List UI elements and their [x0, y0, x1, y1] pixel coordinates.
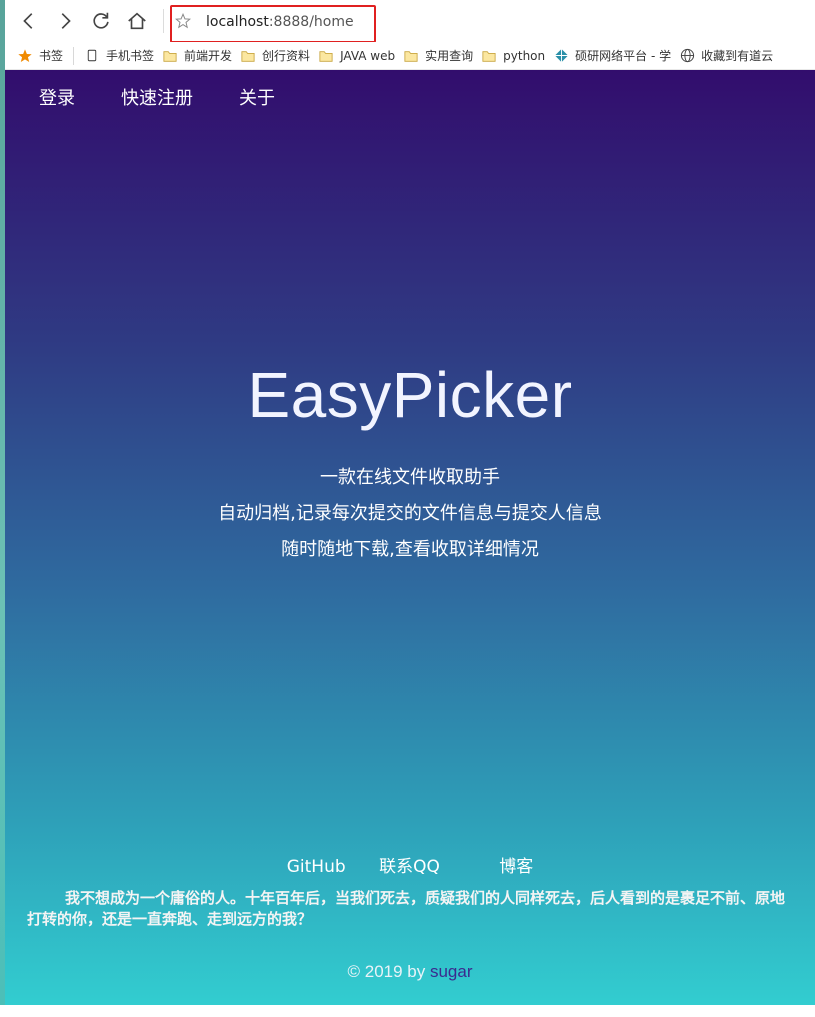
- bookmark-label: 创行资料: [262, 49, 311, 63]
- reload-icon: [93, 12, 109, 29]
- address-path: :8888/home: [268, 14, 354, 30]
- bookmark-item[interactable]: 硕研网络平台 - 学: [549, 44, 675, 68]
- bookmark-item[interactable]: 前端开发: [158, 44, 236, 68]
- bookmark-label: 实用查询: [425, 49, 474, 63]
- folder-icon: [162, 48, 178, 64]
- page-hero-background: 登录 快速注册 关于 EasyPicker 一款在线文件收取助手 自动归档,记录…: [5, 70, 815, 1005]
- bookmark-label: 收藏到有道云: [701, 49, 774, 63]
- reload-button[interactable]: [83, 3, 119, 39]
- globe-icon: [679, 48, 695, 64]
- bookmark-label: python: [503, 48, 546, 63]
- chevron-left-icon: [23, 13, 33, 29]
- hero-title: EasyPicker: [247, 359, 573, 431]
- folder-icon: [481, 48, 497, 64]
- home-icon: [128, 12, 146, 30]
- bookmarks-bar: 书签 手机书签 前端开发 创行资料 JAVA web 实用查询 python 硕…: [5, 42, 815, 70]
- bookmark-item[interactable]: 收藏到有道云: [675, 44, 777, 68]
- login-link[interactable]: 登录: [39, 84, 75, 110]
- home-button[interactable]: [119, 3, 155, 39]
- copyright: © 2019 by sugar: [5, 962, 815, 982]
- bookmark-label: JAVA web: [340, 48, 396, 63]
- bookmark-label: 前端开发: [184, 49, 233, 63]
- hero-line: 自动归档,记录每次提交的文件信息与提交人信息: [218, 503, 602, 524]
- hero-description: 一款在线文件收取助手 自动归档,记录每次提交的文件信息与提交人信息 随时随地下载…: [5, 460, 815, 568]
- forward-button[interactable]: [47, 3, 83, 39]
- bookmark-label: 手机书签: [106, 49, 155, 63]
- browser-toolbar: [5, 0, 815, 42]
- bookmark-item[interactable]: 实用查询: [399, 44, 477, 68]
- compass-icon: [553, 48, 569, 64]
- bookmark-item[interactable]: 书签: [13, 44, 67, 68]
- bookmark-item[interactable]: 手机书签: [80, 44, 158, 68]
- address-bar[interactable]: localhost:8888/home: [206, 14, 354, 30]
- bookmark-item[interactable]: JAVA web: [314, 44, 399, 68]
- github-link[interactable]: GitHub: [287, 857, 346, 877]
- author-link[interactable]: sugar: [430, 962, 473, 981]
- hero-line: 一款在线文件收取助手: [320, 467, 500, 488]
- bookmark-item[interactable]: python: [477, 44, 549, 68]
- toolbar-divider: [163, 9, 164, 33]
- folder-icon: [318, 48, 334, 64]
- top-navigation: 登录 快速注册 关于: [39, 84, 321, 110]
- bookmark-item[interactable]: 创行资料: [236, 44, 314, 68]
- phone-icon: [84, 48, 100, 64]
- bookmark-label: 硕研网络平台 - 学: [575, 49, 672, 63]
- folder-icon: [403, 48, 419, 64]
- blog-link[interactable]: 博客: [499, 857, 533, 877]
- copyright-text: © 2019 by: [347, 962, 430, 981]
- bookmark-divider: [73, 46, 75, 65]
- hero-line: 随时随地下载,查看收取详细情况: [281, 539, 539, 560]
- back-button[interactable]: [11, 3, 47, 39]
- footer-quote: 我不想成为一个庸俗的人。十年百年后，当我们死去，质疑我们的人同样死去，后人看到的…: [27, 889, 786, 928]
- folder-icon: [240, 48, 256, 64]
- address-host: localhost: [206, 14, 269, 30]
- about-link[interactable]: 关于: [239, 84, 275, 110]
- star-icon: [17, 48, 33, 64]
- register-link[interactable]: 快速注册: [121, 84, 193, 110]
- bookmark-label: 书签: [39, 49, 64, 63]
- chevron-right-icon: [61, 13, 71, 29]
- footer-links: GitHub 联系QQ 博客: [5, 852, 815, 877]
- contact-qq-link[interactable]: 联系QQ: [379, 857, 440, 877]
